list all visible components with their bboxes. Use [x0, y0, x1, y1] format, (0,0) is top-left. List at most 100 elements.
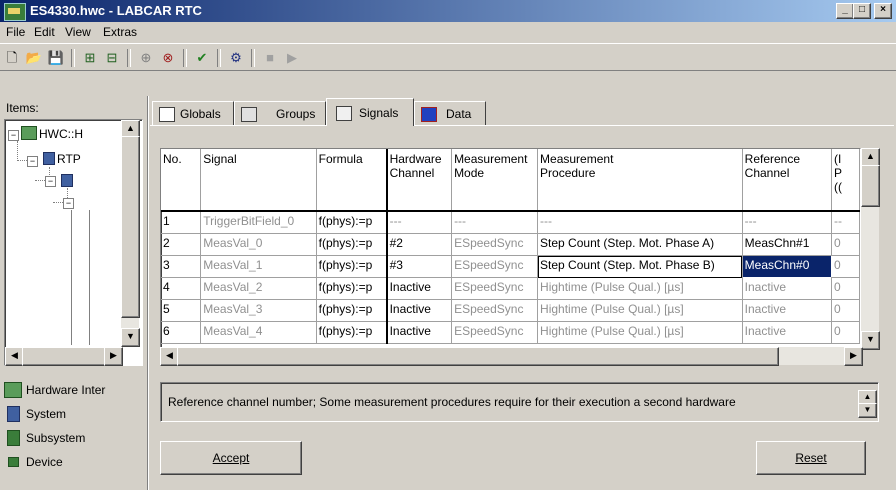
cell-hardware-channel[interactable]: Inactive: [386, 299, 453, 322]
description-spinner[interactable]: ▲ ▼: [858, 390, 877, 418]
col-header-formula[interactable]: Formula: [316, 149, 388, 212]
cell-extra[interactable]: 0: [831, 299, 860, 322]
cell-measurement-procedure[interactable]: Hightime (Pulse Qual.) [µs]: [537, 299, 743, 322]
col-header-measurement-mode[interactable]: Measurement Mode: [451, 149, 539, 212]
cell-formula[interactable]: f(phys):=p: [316, 277, 388, 300]
cell-reference-channel[interactable]: MeasChn#1: [742, 233, 832, 256]
scroll-down-icon[interactable]: ▼: [121, 328, 140, 347]
panel-splitter[interactable]: [147, 96, 149, 490]
spin-down-icon[interactable]: ▼: [858, 403, 877, 418]
cell-no[interactable]: 6: [161, 321, 202, 344]
scroll-thumb[interactable]: [177, 347, 779, 366]
cell-signal[interactable]: MeasVal_3: [200, 299, 317, 322]
stop-icon[interactable]: ■: [260, 48, 280, 68]
cell-reference-channel[interactable]: Inactive: [742, 299, 832, 322]
cell-measurement-procedure[interactable]: Hightime (Pulse Qual.) [µs]: [537, 321, 743, 344]
scroll-right-icon[interactable]: ▶: [104, 347, 123, 366]
new-file-icon[interactable]: 🗋: [2, 48, 22, 68]
table-row[interactable]: 5 MeasVal_3 f(phys):=p Inactive ESpeedSy…: [161, 299, 860, 322]
signals-grid[interactable]: No. Signal Formula Hardware Channel Measu…: [160, 148, 861, 365]
table-row[interactable]: 6 MeasVal_4 f(phys):=p Inactive ESpeedSy…: [161, 321, 860, 344]
cell-measurement-procedure[interactable]: ---: [537, 211, 743, 234]
cell-no[interactable]: 2: [161, 233, 202, 256]
build-icon[interactable]: ⚙: [226, 48, 246, 68]
cell-formula[interactable]: f(phys):=p: [316, 299, 388, 322]
tree-item-rtp[interactable]: RTP: [57, 152, 81, 166]
col-header-reference-channel[interactable]: Reference Channel: [742, 149, 832, 212]
cell-hardware-channel[interactable]: Inactive: [386, 321, 453, 344]
reset-button[interactable]: Reset: [756, 441, 866, 475]
col-header-no[interactable]: No.: [161, 149, 202, 212]
grid-vertical-scrollbar[interactable]: ▲ ▼: [861, 148, 880, 350]
scroll-right-icon[interactable]: ▶: [844, 347, 863, 366]
table-row[interactable]: 3 MeasVal_1 f(phys):=p #3 ESpeedSync Ste…: [161, 255, 860, 278]
app-icon[interactable]: [4, 3, 26, 21]
check-icon[interactable]: ✔: [192, 48, 212, 68]
tab-data[interactable]: Data: [414, 101, 486, 125]
cell-reference-channel[interactable]: ---: [742, 211, 832, 234]
cell-signal[interactable]: MeasVal_0: [200, 233, 317, 256]
scroll-thumb[interactable]: [861, 165, 880, 207]
cell-reference-channel[interactable]: Inactive: [742, 277, 832, 300]
menu-view[interactable]: View: [65, 25, 91, 39]
accept-button[interactable]: Accept: [160, 441, 302, 475]
remove-item-icon[interactable]: ⊗: [158, 48, 178, 68]
table-row[interactable]: 4 MeasVal_2 f(phys):=p Inactive ESpeedSy…: [161, 277, 860, 300]
cell-no[interactable]: 4: [161, 277, 202, 300]
open-folder-icon[interactable]: 📂: [24, 48, 44, 68]
tree-expander[interactable]: −: [45, 176, 56, 187]
cell-hardware-channel[interactable]: ---: [386, 211, 453, 234]
tree-item-hwc[interactable]: HWC::H: [39, 127, 83, 141]
cell-reference-channel[interactable]: Inactive: [742, 321, 832, 344]
cell-no[interactable]: 1: [161, 211, 202, 234]
tree-expander[interactable]: −: [63, 198, 74, 209]
cell-formula[interactable]: f(phys):=p: [316, 255, 388, 278]
cell-signal[interactable]: MeasVal_2: [200, 277, 317, 300]
cell-extra[interactable]: 0: [831, 233, 860, 256]
cell-measurement-mode[interactable]: ESpeedSync: [451, 255, 539, 278]
menu-file[interactable]: File: [6, 25, 25, 39]
cell-measurement-procedure[interactable]: Hightime (Pulse Qual.) [µs]: [537, 277, 743, 300]
tree-vertical-scrollbar[interactable]: ▲ ▼: [121, 120, 140, 347]
tab-signals[interactable]: Signals: [326, 98, 414, 126]
cell-no[interactable]: 3: [161, 255, 202, 278]
scroll-thumb[interactable]: [22, 347, 106, 366]
tree-expander[interactable]: −: [27, 156, 38, 167]
title-bar[interactable]: ES4330.hwc - LABCAR RTC _ □ ×: [0, 0, 896, 22]
col-header-signal[interactable]: Signal: [200, 149, 317, 212]
cell-reference-channel-selected[interactable]: MeasChn#0: [741, 255, 832, 278]
tree-expander[interactable]: −: [8, 130, 19, 141]
item-tree[interactable]: − HWC::H − RTP − − ▲ ▼ ◀ ▶: [4, 119, 143, 366]
cell-extra[interactable]: 0: [831, 255, 860, 278]
cell-signal[interactable]: TriggerBitField_0: [200, 211, 317, 234]
tab-globals[interactable]: Globals: [152, 101, 234, 125]
cell-measurement-mode[interactable]: ESpeedSync: [451, 233, 539, 256]
cell-formula[interactable]: f(phys):=p: [316, 233, 388, 256]
table-row[interactable]: 2 MeasVal_0 f(phys):=p #2 ESpeedSync Ste…: [161, 233, 860, 256]
cell-formula[interactable]: f(phys):=p: [316, 211, 388, 234]
tree-collapse-icon[interactable]: ⊟: [102, 48, 122, 68]
cell-hardware-channel[interactable]: #2: [386, 233, 453, 256]
cell-signal[interactable]: MeasVal_4: [200, 321, 317, 344]
play-icon[interactable]: ▶: [282, 48, 302, 68]
cell-measurement-procedure[interactable]: Step Count (Step. Mot. Phase A): [537, 233, 743, 256]
cell-measurement-mode[interactable]: ESpeedSync: [451, 321, 539, 344]
cell-extra[interactable]: 0: [831, 321, 860, 344]
cell-measurement-procedure[interactable]: Step Count (Step. Mot. Phase B): [537, 255, 743, 278]
cell-measurement-mode[interactable]: ESpeedSync: [451, 277, 539, 300]
maximize-button[interactable]: □: [853, 3, 871, 19]
minimize-button[interactable]: _: [836, 3, 854, 19]
tab-groups[interactable]: Groups: [234, 101, 326, 125]
cell-no[interactable]: 5: [161, 299, 202, 322]
menu-edit[interactable]: Edit: [34, 25, 55, 39]
cell-formula[interactable]: f(phys):=p: [316, 321, 388, 344]
menu-extras[interactable]: Extras: [103, 25, 137, 39]
col-header-extra[interactable]: (I P((: [831, 149, 860, 212]
cell-measurement-mode[interactable]: ESpeedSync: [451, 299, 539, 322]
col-header-measurement-procedure[interactable]: Measurement Procedure: [537, 149, 743, 212]
cell-extra[interactable]: --: [831, 211, 860, 234]
cell-signal[interactable]: MeasVal_1: [200, 255, 317, 278]
add-item-icon[interactable]: ⊕: [136, 48, 156, 68]
cell-hardware-channel[interactable]: #3: [386, 255, 453, 278]
save-icon[interactable]: 💾: [46, 48, 66, 68]
